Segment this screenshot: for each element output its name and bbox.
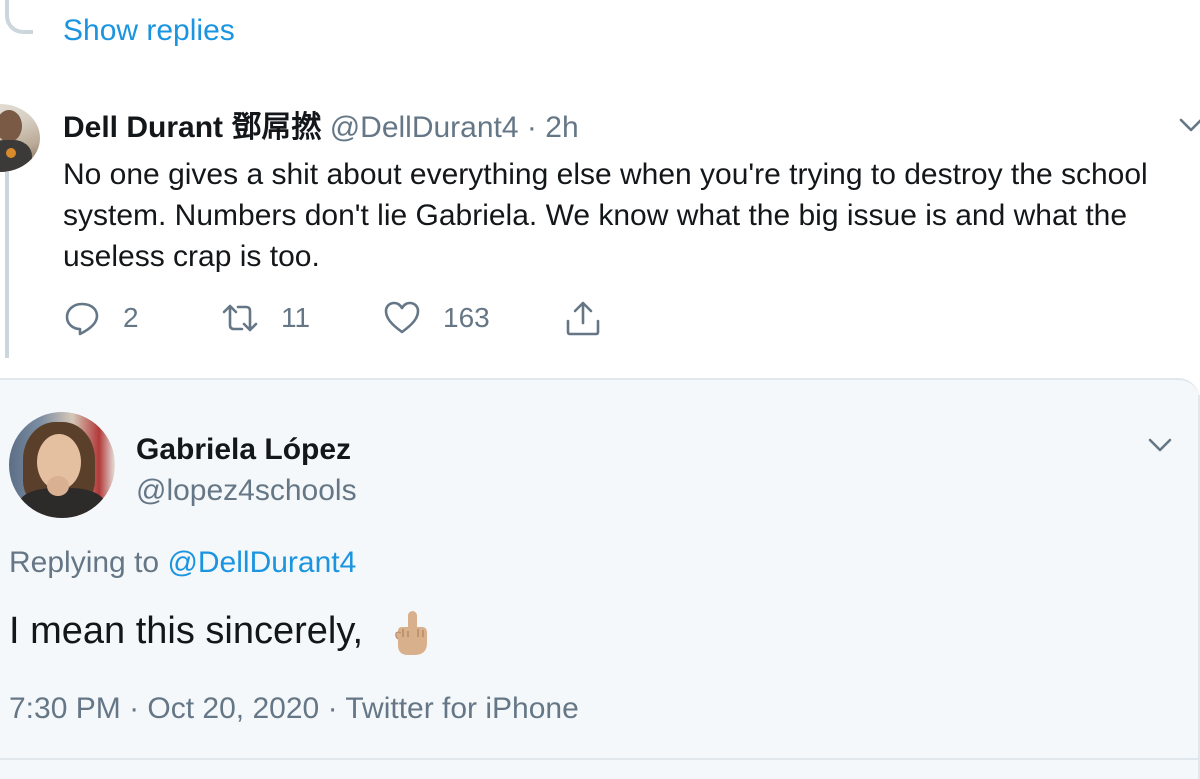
card-border-bottom xyxy=(0,758,1200,760)
avatar-face xyxy=(0,110,22,142)
focused-tweet-text: I mean this sincerely, xyxy=(9,610,364,652)
retweet-count: 11 xyxy=(281,302,311,333)
chevron-down-icon[interactable] xyxy=(1176,110,1200,140)
reply-tweet-header: Dell Durant 鄧屌撚 @DellDurant4 · 2h xyxy=(63,108,579,148)
tweet-metadata: 7:30 PM · Oct 20, 2020 · Twitter for iPh… xyxy=(9,690,579,728)
reply-button[interactable]: 2 xyxy=(63,296,139,340)
tweet-time[interactable]: 7:30 PM xyxy=(9,692,121,725)
thread-connector-line xyxy=(5,172,9,358)
avatar-dell-durant[interactable] xyxy=(0,104,40,172)
reply-icon xyxy=(65,302,99,336)
focused-author-name[interactable]: Gabriela López xyxy=(136,431,351,469)
retweet-icon xyxy=(222,304,258,332)
tweet-source[interactable]: Twitter for iPhone xyxy=(345,692,578,725)
meta-separator: · xyxy=(327,692,338,725)
share-button[interactable] xyxy=(564,296,602,340)
show-replies-link[interactable]: Show replies xyxy=(63,14,235,48)
replying-to-line: Replying to @DellDurant4 xyxy=(9,544,356,582)
heart-icon xyxy=(384,301,420,334)
share-icon xyxy=(566,301,600,336)
replying-to-mention[interactable]: @DellDurant4 xyxy=(167,546,356,579)
tweet-thread-page: Show replies Dell Durant 鄧屌撚 @DellDurant… xyxy=(0,0,1200,779)
retweet-button[interactable]: 11 xyxy=(221,296,310,340)
reply-author-name[interactable]: Dell Durant 鄧屌撚 xyxy=(63,111,321,144)
focused-author-handle[interactable]: @lopez4schools xyxy=(136,472,357,510)
thread-connector-curve xyxy=(5,0,33,34)
chevron-down-icon[interactable] xyxy=(1145,430,1175,460)
reply-author-handle[interactable]: @DellDurant4 xyxy=(330,111,519,144)
avatar-shirt xyxy=(0,140,32,172)
replying-to-label: Replying to xyxy=(9,546,160,579)
avatar-gabriela-lopez[interactable] xyxy=(9,412,115,518)
avatar-accent xyxy=(6,148,16,158)
meta-separator: · xyxy=(129,692,140,725)
focused-tweet-text-row: I mean this sincerely, xyxy=(9,608,432,657)
header-separator: · xyxy=(526,111,537,144)
reply-tweet-text: No one gives a shit about everything els… xyxy=(63,158,1148,273)
like-button[interactable]: 163 xyxy=(383,296,490,340)
reply-timestamp[interactable]: 2h xyxy=(545,111,578,144)
like-count: 163 xyxy=(443,302,490,333)
reply-count: 2 xyxy=(123,302,139,333)
tweet-date[interactable]: Oct 20, 2020 xyxy=(147,692,319,725)
middle-finger-emoji xyxy=(394,610,427,655)
avatar-hand xyxy=(47,476,69,496)
